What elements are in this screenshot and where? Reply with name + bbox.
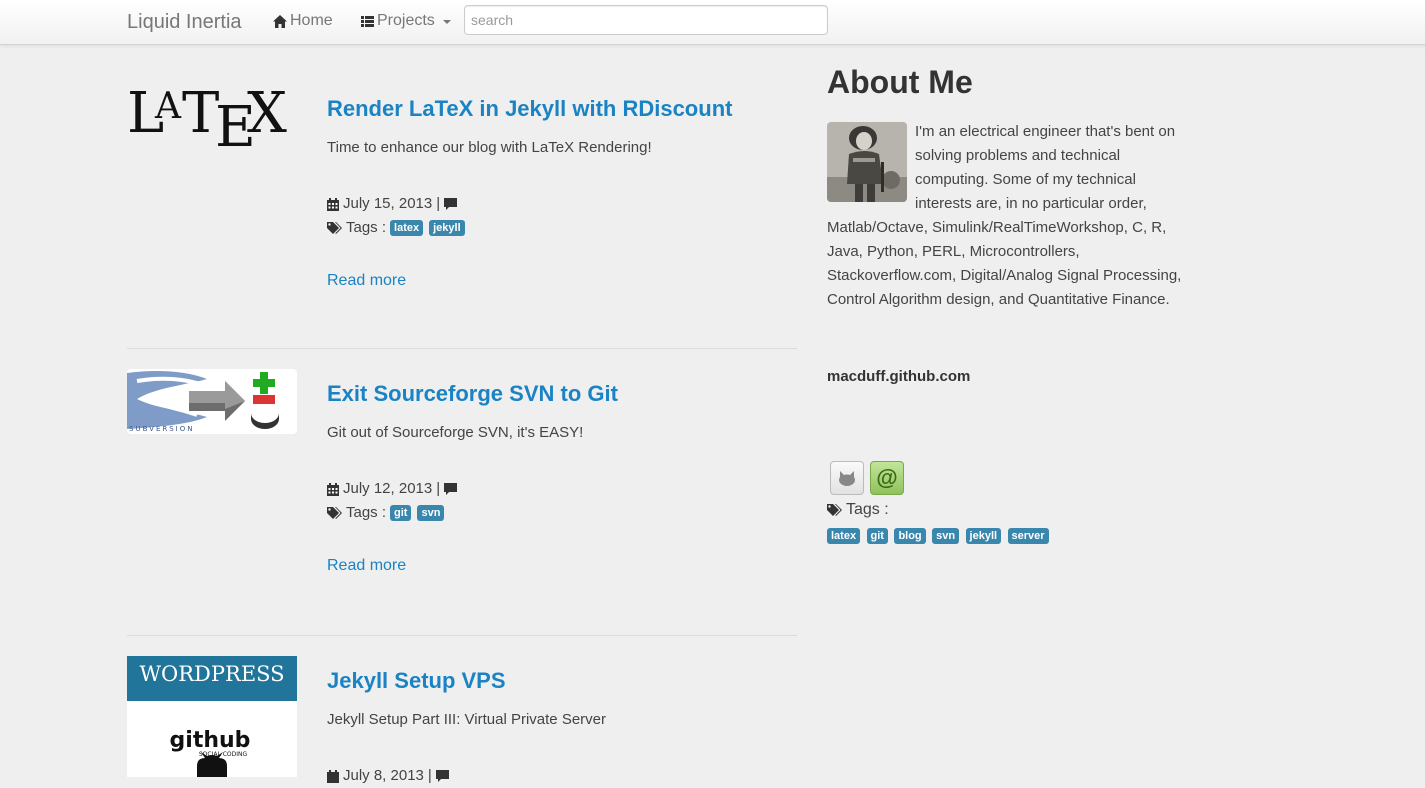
post-title-link[interactable]: Render LaTeX in Jekyll with RDiscount bbox=[327, 96, 797, 122]
post-date: July 8, 2013 bbox=[343, 767, 424, 784]
svn-to-git-image: SUBVERSION bbox=[127, 371, 279, 433]
calendar-icon bbox=[327, 769, 339, 783]
post-description: Git out of Sourceforge SVN, it's EASY! bbox=[327, 424, 584, 441]
avatar-image bbox=[827, 122, 907, 202]
read-more-link[interactable]: Read more bbox=[327, 557, 406, 575]
tag-server[interactable]: server bbox=[1007, 527, 1049, 544]
post-date-line: July 15, 2013 | bbox=[327, 192, 797, 216]
sidebar-tags-label-line: Tags : bbox=[827, 501, 889, 519]
nav-projects-label: Projects bbox=[377, 12, 435, 29]
search-input[interactable] bbox=[464, 5, 828, 35]
post-title-link[interactable]: Exit Sourceforge SVN to Git bbox=[327, 381, 797, 407]
calendar-icon bbox=[327, 197, 339, 211]
tags-label: Tags : bbox=[346, 219, 387, 236]
tag-jekyll[interactable]: jekyll bbox=[429, 220, 465, 236]
github-text: github bbox=[170, 728, 251, 753]
site-link[interactable]: macduff.github.com bbox=[827, 368, 970, 385]
nav-home[interactable]: Home bbox=[273, 12, 333, 30]
tag-git[interactable]: git bbox=[390, 505, 412, 521]
tags-icon bbox=[327, 221, 342, 234]
latex-logo: L A T E X bbox=[127, 84, 287, 154]
comment-icon[interactable] bbox=[444, 198, 458, 210]
post-divider bbox=[127, 348, 797, 349]
avatar bbox=[827, 122, 907, 202]
nav-home-label: Home bbox=[290, 12, 333, 29]
comment-icon[interactable] bbox=[444, 483, 458, 495]
post-tags-line: Tags : git svn bbox=[327, 501, 797, 525]
post-date-line: July 12, 2013 | bbox=[327, 477, 797, 501]
calendar-icon bbox=[327, 482, 339, 496]
caret-down-icon bbox=[442, 20, 451, 24]
subversion-text: SUBVERSION bbox=[129, 425, 194, 433]
tag-latex[interactable]: latex bbox=[390, 220, 424, 236]
nav-projects-dropdown[interactable]: Projects bbox=[361, 12, 451, 30]
tags-icon bbox=[327, 506, 342, 519]
post-thumbnail-latex[interactable]: L A T E X bbox=[127, 84, 297, 154]
github-button[interactable] bbox=[830, 461, 864, 495]
post-thumbnail-vps[interactable]: WORDPRESS github SOCIAL CODING bbox=[127, 656, 297, 777]
sidebar-tags-label: Tags : bbox=[846, 501, 889, 518]
github-icon bbox=[839, 471, 855, 486]
post-item: L A T E X Render LaTeX in Jekyll with RD… bbox=[127, 84, 797, 304]
meta-separator: | bbox=[436, 195, 441, 212]
post-tags-line: Tags : latex jekyll bbox=[327, 216, 797, 240]
at-icon: @ bbox=[876, 465, 898, 490]
meta-separator: | bbox=[427, 767, 432, 784]
social-links: @ bbox=[830, 461, 904, 495]
meta-separator: | bbox=[436, 480, 441, 497]
post-divider bbox=[127, 635, 797, 636]
list-icon bbox=[361, 15, 374, 27]
post-description: Jekyll Setup Part III: Virtual Private S… bbox=[327, 711, 607, 728]
about-bio: I'm an electrical engineer that's bent o… bbox=[827, 120, 1187, 312]
wordpress-github-image: WORDPRESS github SOCIAL CODING bbox=[127, 656, 297, 777]
post-date-line: July 8, 2013 | bbox=[327, 764, 797, 788]
svg-text:X: X bbox=[247, 84, 287, 146]
brand-link[interactable]: Liquid Inertia bbox=[127, 11, 242, 34]
wordpress-text: WORDPRESS bbox=[139, 662, 284, 686]
tags-label: Tags : bbox=[346, 504, 387, 521]
about-title: About Me bbox=[827, 64, 973, 100]
navbar: Liquid Inertia Home Projects bbox=[0, 0, 1425, 45]
svg-text:T: T bbox=[182, 84, 219, 146]
tag-blog[interactable]: blog bbox=[894, 527, 926, 544]
home-icon bbox=[273, 14, 287, 28]
post-thumbnail-svn[interactable]: SUBVERSION bbox=[127, 369, 297, 434]
read-more-link[interactable]: Read more bbox=[327, 272, 406, 290]
comment-icon[interactable] bbox=[435, 770, 449, 782]
svg-text:A: A bbox=[154, 86, 182, 127]
tags-icon bbox=[827, 503, 842, 516]
tag-svn[interactable]: svn bbox=[417, 505, 445, 521]
post-title-link[interactable]: Jekyll Setup VPS bbox=[327, 668, 797, 694]
tag-jekyll[interactable]: jekyll bbox=[965, 527, 1002, 544]
tag-svn[interactable]: svn bbox=[932, 527, 960, 544]
tag-latex[interactable]: latex bbox=[827, 527, 861, 544]
email-button[interactable]: @ bbox=[870, 461, 904, 495]
post-item: WORDPRESS github SOCIAL CODING Jekyll Se… bbox=[127, 656, 797, 784]
post-description: Time to enhance our blog with LaTeX Rend… bbox=[327, 139, 652, 156]
post-date: July 15, 2013 bbox=[343, 195, 433, 212]
sidebar-tag-cloud: latex git blog svn jekyll server bbox=[827, 527, 1051, 545]
post-item: SUBVERSION Exit Sourceforge SVN to Git G… bbox=[127, 369, 797, 589]
tag-git[interactable]: git bbox=[866, 527, 888, 544]
post-date: July 12, 2013 bbox=[343, 480, 433, 497]
